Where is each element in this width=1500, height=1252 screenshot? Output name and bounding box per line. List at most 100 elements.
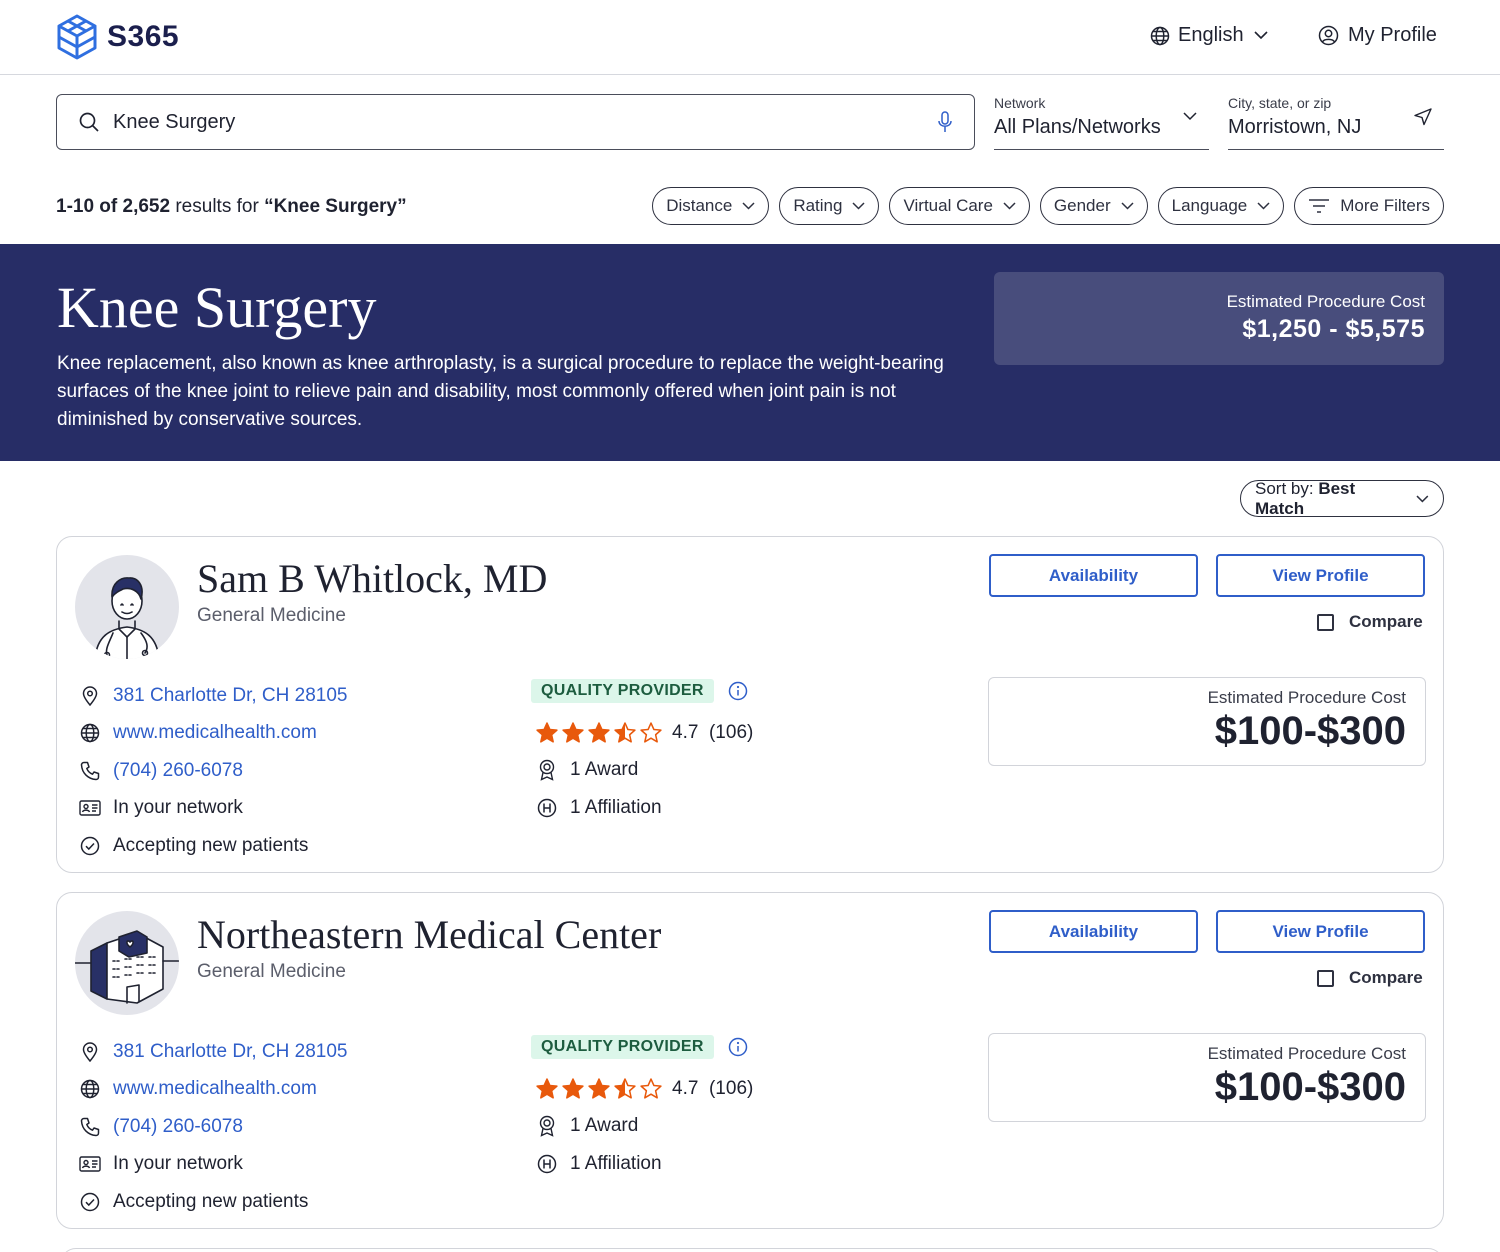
top-bar: S365 English My Profile — [0, 0, 1500, 75]
filter-gender[interactable]: Gender — [1039, 187, 1148, 225]
provider-cost-box: Estimated Procedure Cost $100-$300 — [988, 1033, 1426, 1122]
provider-card: Northeastern Medical Center General Medi… — [56, 892, 1444, 1229]
address-link[interactable]: 381 Charlotte Dr, CH 28105 — [77, 677, 347, 715]
search-input[interactable]: Knee Surgery — [56, 94, 975, 150]
affiliations-row: 1 Affiliation — [531, 1145, 753, 1183]
award-icon — [539, 760, 555, 781]
star-icon — [536, 1078, 558, 1099]
procedure-cost-value: $1,250 - $5,575 — [1242, 315, 1425, 343]
availability-button[interactable]: Availability — [989, 910, 1198, 953]
sort-select[interactable]: Sort by: Best Match — [1240, 479, 1444, 519]
compare-label: Compare — [1349, 968, 1423, 987]
hospital-building-illustration-icon — [75, 930, 179, 1004]
awards-row: 1 Award — [531, 752, 753, 790]
globe-icon — [80, 1080, 100, 1099]
provider-cost-value: $100-$300 — [1214, 1065, 1406, 1109]
chevron-down-icon — [1003, 202, 1016, 210]
phone-text[interactable]: (704) 260-6078 — [113, 760, 243, 782]
procedure-title: Knee Surgery — [57, 275, 377, 340]
procedure-description: Knee replacement, also known as knee art… — [57, 353, 944, 430]
award-icon — [539, 1116, 555, 1137]
info-icon[interactable] — [728, 1037, 748, 1057]
website-link[interactable]: www.medicalhealth.com — [77, 715, 347, 753]
affiliations-row: 1 Affiliation — [531, 789, 753, 827]
location-field[interactable]: City, state, or zip Morristown, NJ — [1228, 94, 1444, 150]
info-icon[interactable] — [728, 681, 748, 701]
results-for-text: results for — [170, 196, 265, 217]
search-query[interactable]: Knee Surgery — [113, 111, 974, 134]
procedure-banner: Knee Surgery Knee replacement, also know… — [0, 244, 1500, 461]
phone-link[interactable]: (704) 260-6078 — [77, 752, 347, 790]
address-text[interactable]: 381 Charlotte Dr, CH 28105 — [113, 685, 347, 707]
address-link[interactable]: 381 Charlotte Dr, CH 28105 — [77, 1033, 347, 1071]
star-rating — [536, 1078, 662, 1100]
phone-link[interactable]: (704) 260-6078 — [77, 1108, 347, 1146]
website-link[interactable]: www.medicalhealth.com — [77, 1071, 347, 1109]
filter-more[interactable]: More Filters — [1294, 187, 1444, 225]
provider-avatar — [75, 911, 179, 1015]
provider-cost-label: Estimated Procedure Cost — [1207, 688, 1406, 707]
awards-row: 1 Award — [531, 1108, 753, 1146]
language-selector[interactable]: English — [1150, 24, 1268, 47]
rating-row: 4.7 (106) — [531, 714, 753, 752]
address-text[interactable]: 381 Charlotte Dr, CH 28105 — [113, 1041, 347, 1063]
website-text[interactable]: www.medicalhealth.com — [113, 1078, 317, 1100]
location-value: Morristown, NJ — [1228, 116, 1362, 138]
chevron-down-icon — [1183, 112, 1197, 121]
provider-cost-label: Estimated Procedure Cost — [1207, 1044, 1406, 1063]
provider-name[interactable]: Northeastern Medical Center — [197, 911, 661, 958]
filter-distance[interactable]: Distance — [652, 187, 770, 225]
search-icon — [79, 112, 99, 132]
checkbox-box[interactable] — [1317, 969, 1334, 987]
phone-icon — [80, 761, 100, 780]
user-circle-icon — [1318, 25, 1339, 46]
provider-specialty: General Medicine — [197, 605, 346, 626]
language-label: English — [1178, 24, 1244, 46]
filter-rating[interactable]: Rating — [779, 187, 880, 225]
filter-language[interactable]: Language — [1157, 187, 1285, 225]
compare-checkbox[interactable]: Compare — [1317, 968, 1423, 988]
chevron-down-icon — [1121, 202, 1134, 210]
affiliations-text: 1 Affiliation — [570, 796, 662, 818]
filter-virtual-care[interactable]: Virtual Care — [889, 187, 1030, 225]
review-count[interactable]: (106) — [709, 722, 753, 744]
rating-value: 4.7 — [672, 721, 699, 743]
provider-name[interactable]: Sam B Whitlock, MD — [197, 555, 547, 602]
checkbox-box[interactable] — [1317, 613, 1334, 631]
brand-name: S365 — [107, 20, 180, 53]
provider-contact: 381 Charlotte Dr, CH 28105 www.medicalhe… — [77, 1033, 347, 1221]
network-status: In your network — [77, 790, 347, 828]
map-pin-icon — [82, 1042, 98, 1062]
sort-text: Sort by: Best Match — [1255, 479, 1406, 519]
results-range: 1-10 of 2,652 — [56, 196, 171, 217]
network-value: All Plans/Networks — [994, 116, 1161, 138]
accepting-status: Accepting new patients — [77, 1183, 347, 1221]
compare-checkbox[interactable]: Compare — [1317, 612, 1423, 632]
map-pin-icon — [82, 686, 98, 706]
availability-button[interactable]: Availability — [989, 554, 1198, 597]
network-select[interactable]: Network All Plans/Networks — [994, 94, 1209, 150]
phone-text[interactable]: (704) 260-6078 — [113, 1116, 243, 1138]
view-profile-button[interactable]: View Profile — [1216, 910, 1425, 953]
accepting-text: Accepting new patients — [113, 834, 309, 856]
my-profile-link[interactable]: My Profile — [1318, 24, 1437, 47]
website-text[interactable]: www.medicalhealth.com — [113, 722, 317, 744]
provider-cost-value: $100-$300 — [1214, 709, 1406, 753]
globe-icon — [1150, 26, 1170, 45]
accepting-status: Accepting new patients — [77, 827, 347, 865]
logo[interactable]: S365 — [55, 13, 179, 61]
sort-label: Sort by: — [1255, 478, 1314, 498]
check-circle-icon — [80, 1192, 100, 1211]
logo-icon — [57, 14, 97, 60]
star-icon — [614, 722, 636, 743]
navigation-arrow-icon[interactable] — [1414, 108, 1432, 126]
star-icon — [588, 1078, 610, 1099]
microphone-icon[interactable] — [938, 111, 952, 133]
filter-label: Virtual Care — [903, 196, 993, 215]
check-circle-icon — [80, 836, 100, 855]
view-profile-button[interactable]: View Profile — [1216, 554, 1425, 597]
id-card-icon — [79, 800, 101, 816]
hospital-icon — [537, 798, 557, 817]
provider-card: Sam B Whitlock, MD General Medicine Avai… — [56, 536, 1444, 873]
review-count[interactable]: (106) — [709, 1078, 753, 1100]
